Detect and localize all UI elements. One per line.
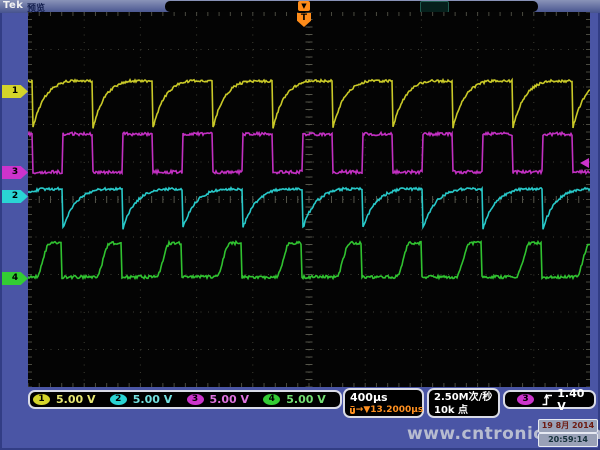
record-length: 10k 点 (434, 404, 498, 417)
channel-4-marker[interactable]: 4 (2, 272, 28, 285)
channel-4-scale: 5.00 V (286, 393, 325, 406)
trigger-source-badge: 3 (517, 394, 534, 405)
acquisition-readout[interactable]: 2.50M次/秒 10k 点 (427, 388, 500, 418)
trace-ch1 (28, 80, 590, 129)
channel-1-badge[interactable]: 1 (33, 394, 50, 405)
trigger-level: 1.40 V (557, 387, 594, 413)
message-area (165, 1, 538, 12)
channel-2-badge[interactable]: 2 (110, 394, 127, 405)
trigger-level-arrow-icon[interactable] (580, 158, 589, 168)
channel-1-scale: 5.00 V (56, 393, 95, 406)
channel-3-marker[interactable]: 3 (2, 166, 28, 179)
tek-logo: Tek (3, 0, 23, 11)
waveform-traces (28, 12, 590, 387)
oscilloscope-screenshot: Tek 预览 ▼ T 1 2 3 4 1 5.00 V 2 5.00 V 3 5… (0, 0, 600, 450)
channel-readouts: 1 5.00 V 2 5.00 V 3 5.00 V 4 5.00 V (28, 390, 342, 409)
trace-ch3 (28, 132, 590, 173)
timebase-scale: 400μs (350, 391, 422, 404)
channel-2-marker[interactable]: 2 (2, 190, 28, 203)
trigger-position-icon: ▼ (298, 1, 310, 11)
waveform-display (28, 12, 590, 387)
timebase-readout[interactable]: 400μs T →▼ 13.2000μs (343, 388, 424, 418)
delay-arrow-icon: →▼ (356, 405, 370, 415)
channel-1-readout[interactable]: 1 5.00 V (33, 393, 110, 406)
trigger-symbol-icon: T (350, 406, 355, 414)
date-box: 19 8月 2014 (538, 419, 598, 433)
sample-rate: 2.50M次/秒 (434, 391, 498, 404)
channel-3-scale: 5.00 V (210, 393, 249, 406)
trigger-delay-value: 13.2000μs (370, 405, 423, 415)
trace-ch2 (28, 188, 590, 230)
trace-ch4 (28, 242, 590, 279)
time-box: 20:59:14 (538, 433, 598, 447)
channel-3-badge[interactable]: 3 (187, 394, 204, 405)
trigger-readout[interactable]: 3 1.40 V (503, 390, 596, 409)
trigger-delay-row: T →▼ 13.2000μs (350, 405, 422, 415)
channel-4-readout[interactable]: 4 5.00 V (263, 393, 340, 406)
channel-2-readout[interactable]: 2 5.00 V (110, 393, 187, 406)
channel-3-readout[interactable]: 3 5.00 V (187, 393, 264, 406)
channel-2-scale: 5.00 V (133, 393, 172, 406)
channel-4-badge[interactable]: 4 (263, 394, 280, 405)
rising-edge-icon (542, 393, 552, 406)
channel-1-marker[interactable]: 1 (2, 85, 28, 98)
